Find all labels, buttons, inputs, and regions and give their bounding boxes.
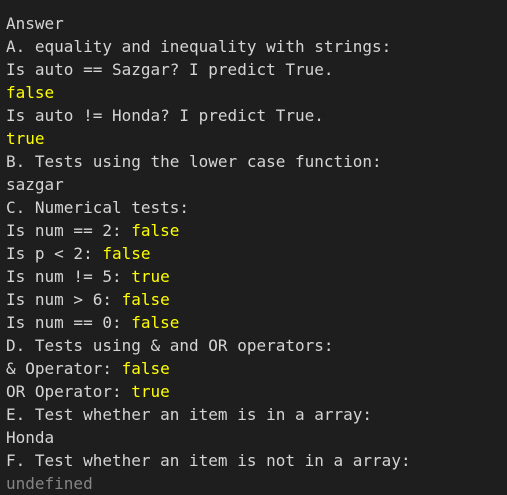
boolean-value: true xyxy=(131,382,170,401)
line-text: Honda xyxy=(6,428,55,447)
console-output: Answer A. equality and inequality with s… xyxy=(0,0,507,493)
line-text: & Operator: xyxy=(6,359,122,378)
line-text: B. Tests using the lower case function: xyxy=(6,152,382,171)
console-line: false xyxy=(6,81,507,104)
boolean-value: false xyxy=(121,359,170,378)
boolean-value: true xyxy=(6,129,45,148)
line-text: Is num == 2: xyxy=(6,221,132,240)
line-text: Is num == 0: xyxy=(6,313,132,332)
line-text: Is auto != Honda? I predict True. xyxy=(6,106,324,125)
console-line: Is num != 5: true xyxy=(6,265,507,288)
boolean-value: false xyxy=(121,290,170,309)
console-line: Is num == 0: false xyxy=(6,311,507,334)
console-line: Is auto != Honda? I predict True. xyxy=(6,104,507,127)
boolean-value: false xyxy=(102,244,151,263)
line-text: Is num != 5: xyxy=(6,267,132,286)
console-line: Is auto == Sazgar? I predict True. xyxy=(6,58,507,81)
line-text: OR Operator: xyxy=(6,382,132,401)
console-line: Answer xyxy=(6,12,507,35)
line-text: D. Tests using & and OR operators: xyxy=(6,336,334,355)
console-line: sazgar xyxy=(6,173,507,196)
line-text: sazgar xyxy=(6,175,64,194)
console-line: OR Operator: true xyxy=(6,380,507,403)
line-text: E. Test whether an item is in a array: xyxy=(6,405,373,424)
console-line: A. equality and inequality with strings: xyxy=(6,35,507,58)
line-text: F. Test whether an item is not in a arra… xyxy=(6,451,411,470)
line-text: Is num > 6: xyxy=(6,290,122,309)
console-line: true xyxy=(6,127,507,150)
console-line: Is p < 2: false xyxy=(6,242,507,265)
console-line: & Operator: false xyxy=(6,357,507,380)
line-text: A. equality and inequality with strings: xyxy=(6,37,392,56)
undefined-value: undefined xyxy=(6,474,93,493)
boolean-value: false xyxy=(6,83,55,102)
console-line: C. Numerical tests: xyxy=(6,196,507,219)
console-line: Is num > 6: false xyxy=(6,288,507,311)
boolean-value: false xyxy=(131,221,180,240)
console-line: F. Test whether an item is not in a arra… xyxy=(6,449,507,472)
boolean-value: false xyxy=(131,313,180,332)
console-line: Honda xyxy=(6,426,507,449)
console-line: E. Test whether an item is in a array: xyxy=(6,403,507,426)
line-text: Is auto == Sazgar? I predict True. xyxy=(6,60,334,79)
console-line: B. Tests using the lower case function: xyxy=(6,150,507,173)
console-line: Is num == 2: false xyxy=(6,219,507,242)
console-line: D. Tests using & and OR operators: xyxy=(6,334,507,357)
line-text: C. Numerical tests: xyxy=(6,198,190,217)
line-text: Answer xyxy=(6,14,64,33)
boolean-value: true xyxy=(131,267,170,286)
line-text: Is p < 2: xyxy=(6,244,103,263)
